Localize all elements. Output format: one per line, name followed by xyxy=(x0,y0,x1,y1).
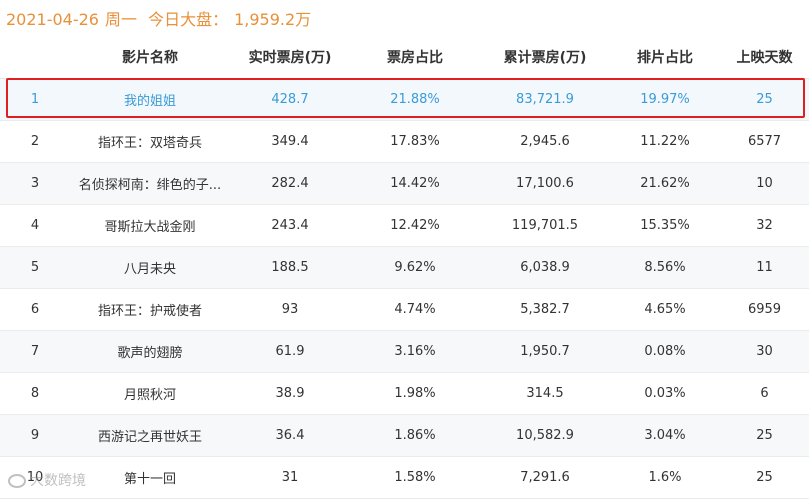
watermark: 大数跨境 xyxy=(8,470,86,490)
header-weekday: 周一 xyxy=(104,10,137,29)
cell-screening: 15.35% xyxy=(610,204,720,247)
cell-screening: 19.97% xyxy=(610,78,720,121)
table-row[interactable]: 5 八月未央 188.5 9.62% 6,038.9 8.56% 11 xyxy=(0,246,809,289)
table-header-row: 影片名称 实时票房(万) 票房占比 累计票房(万) 排片占比 上映天数 xyxy=(0,36,809,79)
cell-screening: 3.04% xyxy=(610,414,720,457)
page-header: 2021-04-26 周一 今日大盘： 1,959.2万 xyxy=(6,6,317,34)
col-days-header[interactable]: 上映天数 xyxy=(720,36,809,79)
table-row[interactable]: 3 名侦探柯南：绯色的子... 282.4 14.42% 17,100.6 21… xyxy=(0,162,809,205)
cell-share: 12.42% xyxy=(350,204,480,247)
cell-days: 25 xyxy=(720,456,809,499)
cell-days: 11 xyxy=(720,246,809,289)
cell-share: 21.88% xyxy=(350,78,480,121)
cell-days: 32 xyxy=(720,204,809,247)
col-screening-header[interactable]: 排片占比 xyxy=(610,36,720,79)
box-office-table: 影片名称 实时票房(万) 票房占比 累计票房(万) 排片占比 上映天数 1 我的… xyxy=(0,36,809,499)
cell-realtime: 282.4 xyxy=(230,162,350,205)
cell-rank: 7 xyxy=(0,330,70,373)
header-total-label: 今日大盘： xyxy=(148,10,229,29)
cell-title[interactable]: 指环王：双塔奇兵 xyxy=(70,120,230,163)
cell-share: 17.83% xyxy=(350,120,480,163)
cell-title[interactable]: 我的姐姐 xyxy=(70,78,230,121)
cell-title[interactable]: 哥斯拉大战金刚 xyxy=(70,204,230,247)
cell-rank: 4 xyxy=(0,204,70,247)
cell-screening: 1.6% xyxy=(610,456,720,499)
cell-days: 6 xyxy=(720,372,809,415)
header-total-value: 1,959.2万 xyxy=(234,10,312,29)
cell-total: 2,945.6 xyxy=(480,120,610,163)
cell-realtime: 61.9 xyxy=(230,330,350,373)
cell-rank: 9 xyxy=(0,414,70,457)
col-rank-header xyxy=(0,36,70,79)
cell-rank: 8 xyxy=(0,372,70,415)
cell-realtime: 36.4 xyxy=(230,414,350,457)
cell-screening: 0.08% xyxy=(610,330,720,373)
table-row[interactable]: 6 指环王：护戒使者 93 4.74% 5,382.7 4.65% 6959 xyxy=(0,288,809,331)
header-date: 2021-04-26 xyxy=(6,10,99,29)
cell-rank: 1 xyxy=(0,78,70,121)
table-row[interactable]: 4 哥斯拉大战金刚 243.4 12.42% 119,701.5 15.35% … xyxy=(0,204,809,247)
cell-total: 5,382.7 xyxy=(480,288,610,331)
col-total-header[interactable]: 累计票房(万) xyxy=(480,36,610,79)
cell-title[interactable]: 八月未央 xyxy=(70,246,230,289)
cell-title[interactable]: 西游记之再世妖王 xyxy=(70,414,230,457)
cell-screening: 11.22% xyxy=(610,120,720,163)
cell-title[interactable]: 月照秋河 xyxy=(70,372,230,415)
cell-share: 4.74% xyxy=(350,288,480,331)
cell-title[interactable]: 第十一回 xyxy=(70,456,230,499)
col-title-header[interactable]: 影片名称 xyxy=(70,36,230,79)
cell-total: 83,721.9 xyxy=(480,78,610,121)
cell-days: 30 xyxy=(720,330,809,373)
table-row[interactable]: 7 歌声的翅膀 61.9 3.16% 1,950.7 0.08% 30 xyxy=(0,330,809,373)
table-row[interactable]: 8 月照秋河 38.9 1.98% 314.5 0.03% 6 xyxy=(0,372,809,415)
cell-screening: 21.62% xyxy=(610,162,720,205)
cell-realtime: 243.4 xyxy=(230,204,350,247)
cell-screening: 0.03% xyxy=(610,372,720,415)
table-row[interactable]: 10 第十一回 31 1.58% 7,291.6 1.6% 25 xyxy=(0,456,809,499)
cell-share: 1.98% xyxy=(350,372,480,415)
cell-total: 1,950.7 xyxy=(480,330,610,373)
cell-title[interactable]: 歌声的翅膀 xyxy=(70,330,230,373)
table-row[interactable]: 2 指环王：双塔奇兵 349.4 17.83% 2,945.6 11.22% 6… xyxy=(0,120,809,163)
cell-realtime: 428.7 xyxy=(230,78,350,121)
cell-realtime: 31 xyxy=(230,456,350,499)
cell-realtime: 93 xyxy=(230,288,350,331)
cell-share: 14.42% xyxy=(350,162,480,205)
cell-screening: 4.65% xyxy=(610,288,720,331)
cell-total: 119,701.5 xyxy=(480,204,610,247)
watermark-logo-icon xyxy=(8,474,26,488)
table-row[interactable]: 1 我的姐姐 428.7 21.88% 83,721.9 19.97% 25 xyxy=(0,78,809,121)
cell-days: 25 xyxy=(720,78,809,121)
cell-days: 25 xyxy=(720,414,809,457)
col-share-header[interactable]: 票房占比 xyxy=(350,36,480,79)
cell-days: 6577 xyxy=(720,120,809,163)
cell-total: 314.5 xyxy=(480,372,610,415)
cell-rank: 6 xyxy=(0,288,70,331)
cell-share: 1.58% xyxy=(350,456,480,499)
cell-share: 3.16% xyxy=(350,330,480,373)
cell-total: 7,291.6 xyxy=(480,456,610,499)
cell-total: 6,038.9 xyxy=(480,246,610,289)
cell-total: 17,100.6 xyxy=(480,162,610,205)
cell-days: 10 xyxy=(720,162,809,205)
cell-title[interactable]: 名侦探柯南：绯色的子... xyxy=(70,162,230,205)
cell-realtime: 188.5 xyxy=(230,246,350,289)
cell-rank: 5 xyxy=(0,246,70,289)
cell-title[interactable]: 指环王：护戒使者 xyxy=(70,288,230,331)
cell-realtime: 38.9 xyxy=(230,372,350,415)
table-row[interactable]: 9 西游记之再世妖王 36.4 1.86% 10,582.9 3.04% 25 xyxy=(0,414,809,457)
cell-total: 10,582.9 xyxy=(480,414,610,457)
cell-days: 6959 xyxy=(720,288,809,331)
col-realtime-header[interactable]: 实时票房(万) xyxy=(230,36,350,79)
watermark-text: 大数跨境 xyxy=(30,473,86,489)
cell-share: 1.86% xyxy=(350,414,480,457)
cell-rank: 2 xyxy=(0,120,70,163)
cell-rank: 3 xyxy=(0,162,70,205)
cell-realtime: 349.4 xyxy=(230,120,350,163)
cell-screening: 8.56% xyxy=(610,246,720,289)
cell-share: 9.62% xyxy=(350,246,480,289)
